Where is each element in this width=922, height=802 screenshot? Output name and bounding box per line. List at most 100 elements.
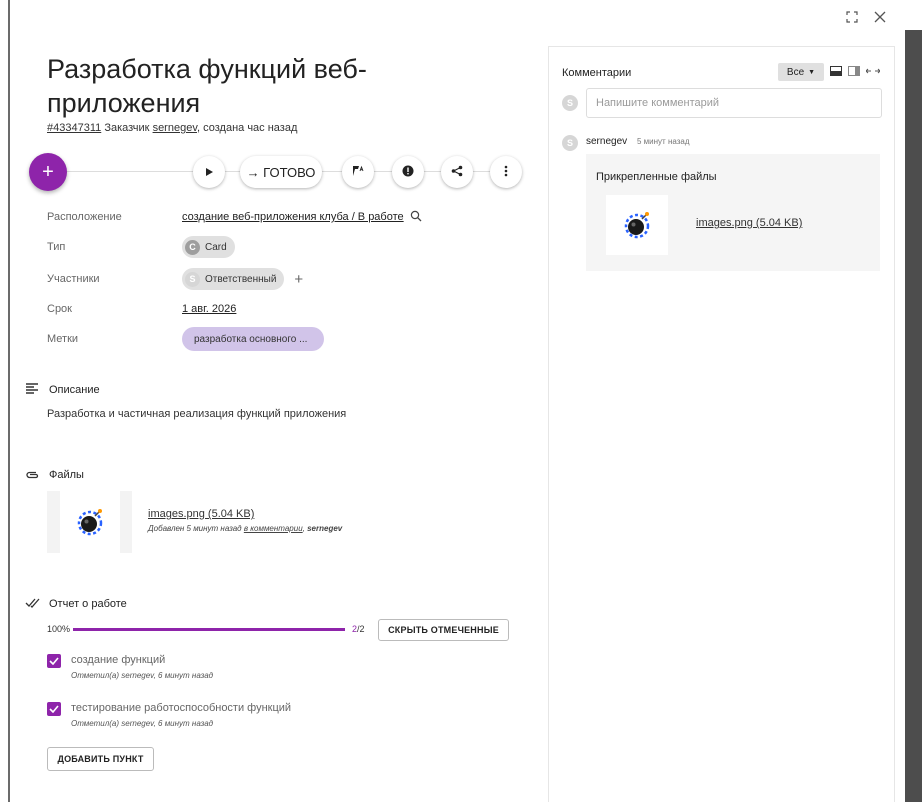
due-value-wrap: 1 авг. 2026 [182, 303, 236, 315]
type-chip[interactable]: C Card [182, 236, 235, 258]
left-border [8, 0, 10, 802]
checkbox[interactable] [47, 654, 61, 668]
attachment-icon [25, 467, 39, 482]
window-controls [846, 10, 886, 28]
fullscreen-icon[interactable] [846, 10, 858, 28]
comment-attachments: Прикрепленные файлы images.png (5.04 KB) [586, 154, 880, 271]
location-value-wrap: создание веб-приложения клуба / В работе [182, 210, 422, 225]
type-label: Тип [47, 241, 66, 253]
file-link[interactable]: images.png (5.04 KB) [148, 508, 254, 520]
comment-time: 5 минут назад [637, 137, 690, 146]
progress-percent: 100% [47, 624, 71, 634]
progress-bar-fill [73, 628, 345, 631]
member-role: Ответственный [205, 273, 277, 285]
comment-author[interactable]: sernegev [586, 136, 627, 147]
type-row: Тип C Card [47, 234, 507, 260]
members-row: Участники S Ответственный + [47, 266, 507, 292]
comment-author-avatar: S [562, 135, 578, 151]
double-check-icon [25, 596, 40, 611]
due-label: Срок [47, 303, 72, 315]
checklist-item-title[interactable]: тестирование работоспособности функций [71, 702, 291, 714]
file-meta-author: sernegev [307, 524, 343, 533]
members-label: Участники [47, 273, 100, 285]
layout-bottom-icon[interactable] [830, 65, 842, 79]
done-button[interactable]: → ГОТОВО [240, 156, 322, 188]
location-link[interactable]: создание веб-приложения клуба / В работе [182, 211, 404, 223]
gear-bomb-icon [624, 212, 650, 239]
add-button[interactable]: + [29, 153, 67, 191]
attachments-title: Прикрепленные файлы [596, 171, 717, 183]
report-title: Отчет о работе [49, 597, 127, 610]
due-row: Срок 1 авг. 2026 [47, 296, 507, 322]
customer-link[interactable]: sernegev [153, 122, 197, 134]
search-icon[interactable] [410, 210, 422, 225]
more-button[interactable] [490, 156, 522, 188]
tags-value-wrap: разработка основного ... [182, 327, 324, 351]
files-heading: Файлы [25, 467, 84, 482]
more-icon [504, 165, 508, 180]
location-row: Расположение создание веб-приложения клу… [47, 204, 507, 230]
customer-label: Заказчик [104, 122, 150, 134]
right-scroll-strip [905, 30, 922, 802]
caret-down-icon: ▼ [808, 68, 816, 76]
member-chip[interactable]: S Ответственный [182, 268, 285, 290]
task-subtitle: #43347311 Заказчик sernegev, создана час… [47, 122, 297, 134]
checklist-item-title[interactable]: создание функций [71, 654, 165, 666]
add-item-button[interactable]: ДОБАВИТЬ ПУНКТ [47, 747, 154, 771]
my-avatar: S [562, 95, 578, 111]
description-title: Описание [49, 383, 100, 396]
report-progress: 100% 2/2 СКРЫТЬ ОТМЕЧЕННЫЕ [47, 619, 517, 641]
gear-bomb-icon [77, 509, 102, 536]
comments-title: Комментарии [562, 67, 632, 79]
file-meta-comment-link[interactable]: в комментарии [244, 524, 303, 533]
file-meta: Добавлен 5 минут назад в комментарии, se… [148, 524, 342, 533]
progress-count: 2/2 [352, 624, 365, 634]
attachment-thumbnail[interactable] [606, 195, 668, 255]
comments-filter-value: Все [786, 66, 805, 78]
add-member-button[interactable]: + [294, 271, 303, 288]
description-heading: Описание [25, 382, 100, 397]
type-avatar: C [185, 239, 200, 255]
priority-icon [402, 165, 414, 180]
type-value: Card [205, 241, 227, 253]
file-thumbnail[interactable] [47, 491, 132, 553]
layout-side-icon[interactable] [848, 65, 860, 79]
progress-bar [73, 628, 345, 631]
close-icon[interactable] [874, 10, 886, 28]
description-text[interactable]: Разработка и частичная реализация функци… [47, 408, 346, 420]
file-image [59, 491, 120, 553]
report-heading: Отчет о работе [25, 596, 127, 611]
start-button[interactable] [193, 156, 225, 188]
task-title[interactable]: Разработка функций веб-приложения [47, 52, 467, 120]
progress-total: /2 [357, 624, 365, 634]
files-title: Файлы [49, 468, 84, 481]
flag-button[interactable] [342, 156, 374, 188]
flag-icon [351, 165, 365, 180]
members-value-wrap: S Ответственный + [182, 268, 303, 290]
checklist-item-meta: Отметил(а) sernegev, 6 минут назад [71, 671, 214, 680]
file-meta-prefix: Добавлен 5 минут назад [148, 524, 244, 533]
attachment-file-link[interactable]: images.png (5.04 KB) [696, 217, 802, 229]
comments-controls: Все ▼ [778, 63, 881, 81]
hide-checked-button[interactable]: СКРЫТЬ ОТМЕЧЕННЫЕ [378, 619, 509, 641]
checkbox[interactable] [47, 702, 61, 716]
tag-chip[interactable]: разработка основного ... [182, 327, 324, 351]
comment-input[interactable] [586, 88, 882, 118]
location-label: Расположение [47, 211, 122, 223]
comments-panel: Комментарии Все ▼ S S sernegev 5 минут н… [548, 46, 895, 802]
priority-button[interactable] [392, 156, 424, 188]
share-icon [451, 165, 463, 180]
tags-row: Метки разработка основного ... [47, 326, 507, 352]
due-date-link[interactable]: 1 авг. 2026 [182, 303, 236, 315]
created-text: , создана час назад [197, 122, 298, 134]
share-button[interactable] [441, 156, 473, 188]
tags-label: Метки [47, 333, 79, 345]
type-value-wrap: C Card [182, 236, 235, 258]
member-avatar: S [185, 271, 200, 287]
play-icon [204, 165, 214, 180]
description-icon [25, 382, 39, 397]
expand-horizontal-icon[interactable] [865, 66, 881, 78]
task-id-link[interactable]: #43347311 [47, 122, 101, 134]
comments-filter-select[interactable]: Все ▼ [778, 63, 824, 81]
checklist-item-meta: Отметил(а) sernegev, 6 минут назад [71, 719, 214, 728]
